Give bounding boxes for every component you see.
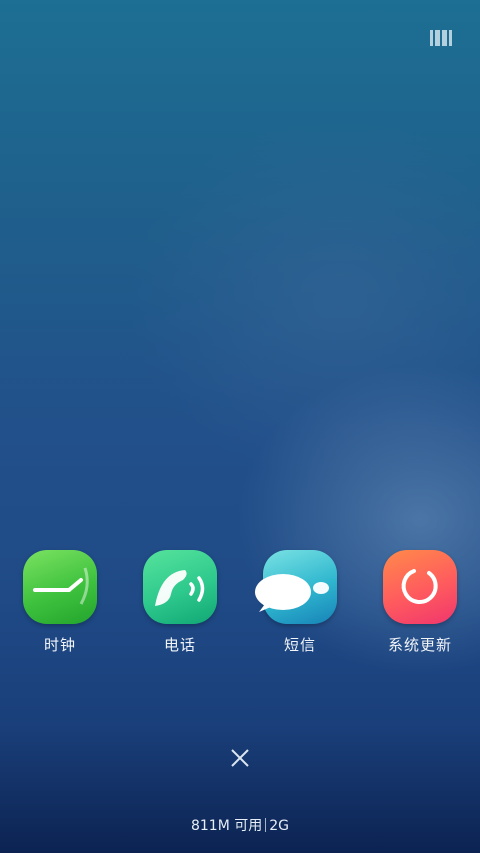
clock-icon <box>23 550 97 624</box>
phone-icon <box>143 550 217 624</box>
view-toggle-icon[interactable] <box>430 30 452 46</box>
app-label-sms: 短信 <box>283 636 316 654</box>
app-label-clock: 时钟 <box>43 636 76 654</box>
available-memory: 811M 可用 <box>190 818 263 834</box>
recent-app-phone[interactable]: 电话 <box>130 550 230 655</box>
memory-status: 811M 可用 2G <box>0 815 480 835</box>
recent-app-sms[interactable]: 短信 <box>250 550 350 655</box>
divider <box>265 818 267 832</box>
app-label-system-update: 系统更新 <box>387 636 452 654</box>
recent-app-clock[interactable]: 时钟 <box>10 550 110 655</box>
update-icon <box>383 550 457 624</box>
clear-all-close-icon[interactable] <box>228 746 252 770</box>
app-label-phone: 电话 <box>163 636 196 654</box>
recent-apps-row: 时钟 电话 短信 系统更新 <box>0 550 480 660</box>
message-icon <box>255 550 337 624</box>
recent-app-system-update[interactable]: 系统更新 <box>370 550 470 655</box>
total-memory: 2G <box>269 818 290 834</box>
